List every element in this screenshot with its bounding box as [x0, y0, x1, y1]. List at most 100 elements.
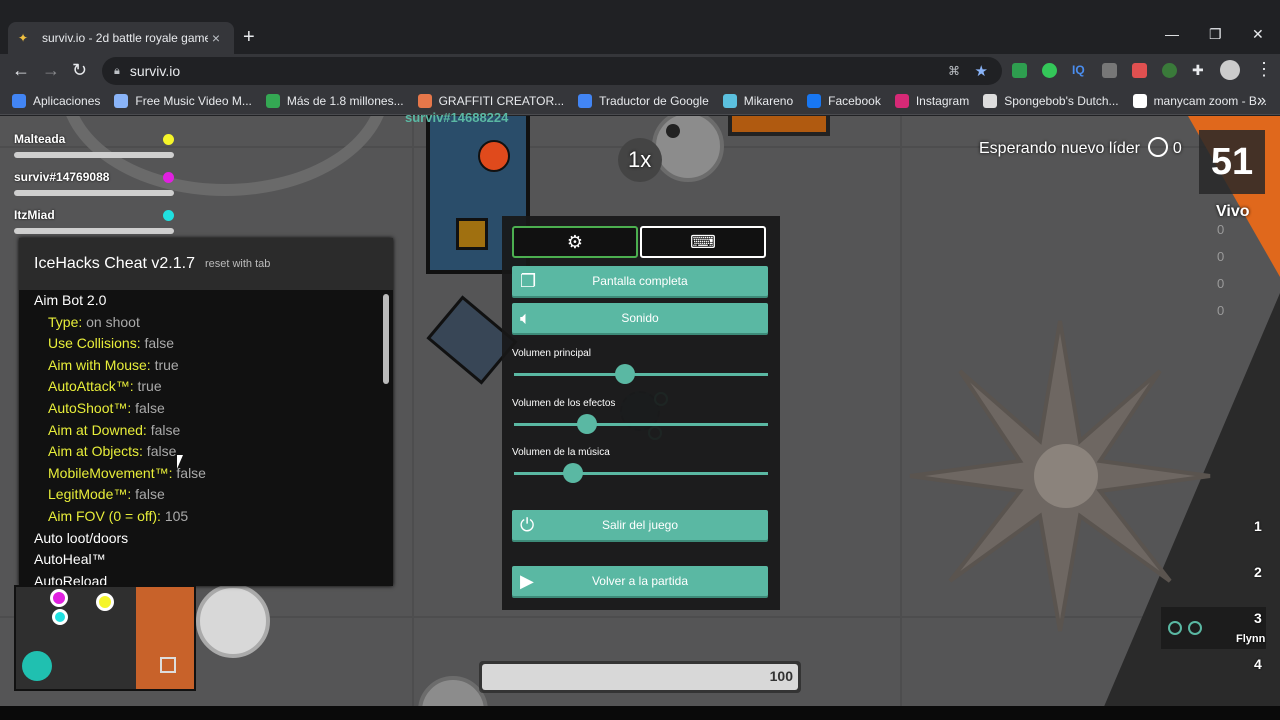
main-volume-knob[interactable] — [614, 364, 635, 384]
weapon-slot-number[interactable]: 4 — [1254, 656, 1262, 672]
cheat-option-value: on shoot — [82, 313, 140, 330]
bookmark-label: manycam zoom - B... — [1153, 93, 1267, 108]
bookmark-favicon-icon — [578, 93, 593, 108]
cheat-subtitle: reset with tab — [204, 258, 271, 270]
cheat-scrollbar[interactable] — [383, 294, 389, 384]
cheat-option[interactable]: Type: on shoot — [19, 312, 393, 334]
cheat-option[interactable]: Aim with Mouse: true — [19, 355, 393, 377]
cheat-option-value: false — [131, 486, 165, 503]
new-tab-button[interactable]: + — [243, 25, 255, 49]
keybinds-tab[interactable]: ⌨ — [640, 226, 766, 258]
bookmark-item[interactable]: manycam zoom - B... — [1132, 93, 1267, 108]
main-volume-slider[interactable] — [514, 364, 768, 384]
browser-tab-bar: ✦ surviv.io - 2d battle royale game × + … — [0, 0, 1280, 54]
extension-arrow-icon[interactable] — [1132, 63, 1147, 78]
alive-counter: 51 — [1199, 130, 1265, 194]
weapon-slot-number[interactable]: 2 — [1254, 564, 1262, 580]
player-name: ItzMiad — [14, 208, 55, 222]
settings-tab[interactable]: ⚙ — [512, 226, 638, 258]
cheat-option-key: Type: — [48, 313, 83, 330]
player-color-dot — [163, 134, 174, 145]
profile-avatar[interactable] — [1220, 60, 1240, 80]
cheat-option-key: Use Collisions: — [48, 335, 141, 352]
cheat-options-list[interactable]: Aim Bot 2.0 Type: on shoot Use Collisions:… — [19, 290, 393, 589]
quit-game-button[interactable]: ⏻ Salir del juego — [512, 510, 768, 540]
sound-label: Sonido — [621, 311, 659, 325]
bookmark-item[interactable]: Facebook — [807, 93, 881, 108]
bookmark-item[interactable]: Free Music Video M... — [114, 93, 252, 108]
bookmark-item[interactable]: Aplicaciones — [12, 93, 100, 108]
translate-icon[interactable]: ⌘ — [948, 64, 960, 78]
crosshair-icon — [1148, 137, 1169, 157]
minimap[interactable] — [14, 585, 196, 691]
cheat-option[interactable]: Aim at Downed: false — [19, 420, 393, 442]
bookmark-item[interactable]: GRAFFITI CREATOR... — [417, 93, 564, 108]
close-window-icon[interactable]: ✕ — [1252, 24, 1264, 44]
minimize-icon[interactable]: — — [1165, 24, 1179, 44]
bookmark-favicon-icon — [114, 93, 129, 108]
extension-shield-icon[interactable] — [1042, 63, 1057, 78]
bookmarks-overflow-icon[interactable]: » — [1257, 92, 1266, 110]
cheat-option[interactable]: Aim FOV (0 = off): 105 — [19, 506, 393, 528]
fullscreen-button[interactable]: ❐ Pantalla completa — [512, 266, 768, 296]
extension-box-icon[interactable] — [1102, 63, 1117, 78]
health-bar-fill — [482, 664, 798, 690]
bookmark-item[interactable]: Traductor de Google — [578, 93, 709, 108]
cheat-option-value: 105 — [160, 507, 189, 524]
sound-button[interactable]: 🔈︎ Sonido — [512, 303, 768, 333]
tab-close-icon[interactable]: × — [208, 30, 224, 46]
cheat-option[interactable]: Aim at Objects: false — [19, 441, 393, 463]
cheat-option-key: Aim at Downed: — [48, 421, 147, 438]
cheat-option[interactable]: Use Collisions: false — [19, 333, 393, 355]
cheat-option-value: false — [146, 421, 181, 438]
extension-check-icon[interactable] — [1012, 63, 1027, 78]
extensions-puzzle-icon[interactable]: ✚ — [1192, 63, 1207, 78]
minimap-player-marker — [52, 609, 68, 625]
resume-game-button[interactable]: ▶ Volver a la partida — [512, 566, 768, 596]
reload-icon[interactable]: ↻ — [72, 60, 87, 80]
cheat-option-value: true — [150, 356, 179, 373]
mouse-cursor-icon — [177, 455, 183, 469]
team-player-list: Malteada surviv#14769088 ItzMiad — [14, 130, 176, 244]
zoom-level: 1x — [628, 147, 652, 172]
bookmark-label: Más de 1.8 millones... — [286, 93, 404, 108]
browser-menu-icon[interactable]: ⋮ — [1255, 59, 1273, 79]
ammo-count: 0 — [1217, 222, 1225, 237]
weapon-slot-number[interactable]: 3 — [1254, 610, 1262, 626]
player-health-bar — [14, 152, 174, 158]
fullscreen-label: Pantalla completa — [592, 274, 688, 288]
bookmark-item[interactable]: Instagram — [894, 93, 969, 108]
bookmark-item[interactable]: Mikareno — [722, 93, 793, 108]
forward-icon[interactable]: → — [42, 60, 60, 80]
music-volume-slider[interactable] — [514, 463, 768, 483]
effects-volume-knob[interactable] — [577, 414, 598, 434]
bookmark-label: Spongebob's Dutch... — [1004, 93, 1119, 108]
address-bar[interactable]: 🔒︎ surviv.io ⌘ ★ — [102, 57, 1002, 85]
bottom-bar — [0, 706, 1280, 720]
bookmark-star-icon[interactable]: ★ — [975, 62, 988, 80]
cheat-section[interactable]: Auto loot/doors — [19, 528, 393, 550]
cheat-panel[interactable]: IceHacks Cheat v2.1.7 reset with tab Aim… — [19, 238, 393, 589]
cheat-option-key: Aim Bot 2.0 — [34, 292, 107, 308]
url-text: surviv.io — [129, 63, 181, 79]
bookmark-favicon-icon — [983, 93, 998, 108]
back-icon[interactable]: ← — [12, 60, 30, 80]
cheat-option[interactable]: AutoShoot™: false — [19, 398, 393, 420]
minimap-expand-icon[interactable] — [160, 657, 176, 673]
restore-icon[interactable]: ❐ — [1209, 24, 1222, 44]
music-volume-knob[interactable] — [563, 463, 584, 483]
cheat-option[interactable]: MobileMovement™: false — [19, 463, 393, 485]
bookmark-item[interactable]: Spongebob's Dutch... — [983, 93, 1119, 108]
extension-iq-icon[interactable]: IQ — [1072, 63, 1085, 78]
cheat-section[interactable]: AutoHeal™ — [19, 549, 393, 571]
browser-tab[interactable]: ✦ surviv.io - 2d battle royale game × — [8, 22, 234, 54]
cheat-option[interactable]: LegitMode™: false — [19, 484, 393, 506]
bookmark-item[interactable]: Más de 1.8 millones... — [265, 93, 404, 108]
cheat-option[interactable]: AutoAttack™: true — [19, 376, 393, 398]
fists-icon — [1168, 621, 1182, 635]
effects-volume-slider[interactable] — [514, 414, 768, 434]
extension-globe-icon[interactable] — [1162, 63, 1177, 78]
weapon-slot-number[interactable]: 1 — [1254, 518, 1262, 534]
cheat-section[interactable]: Aim Bot 2.0 — [19, 290, 393, 312]
ammo-count: 0 — [1217, 303, 1225, 318]
